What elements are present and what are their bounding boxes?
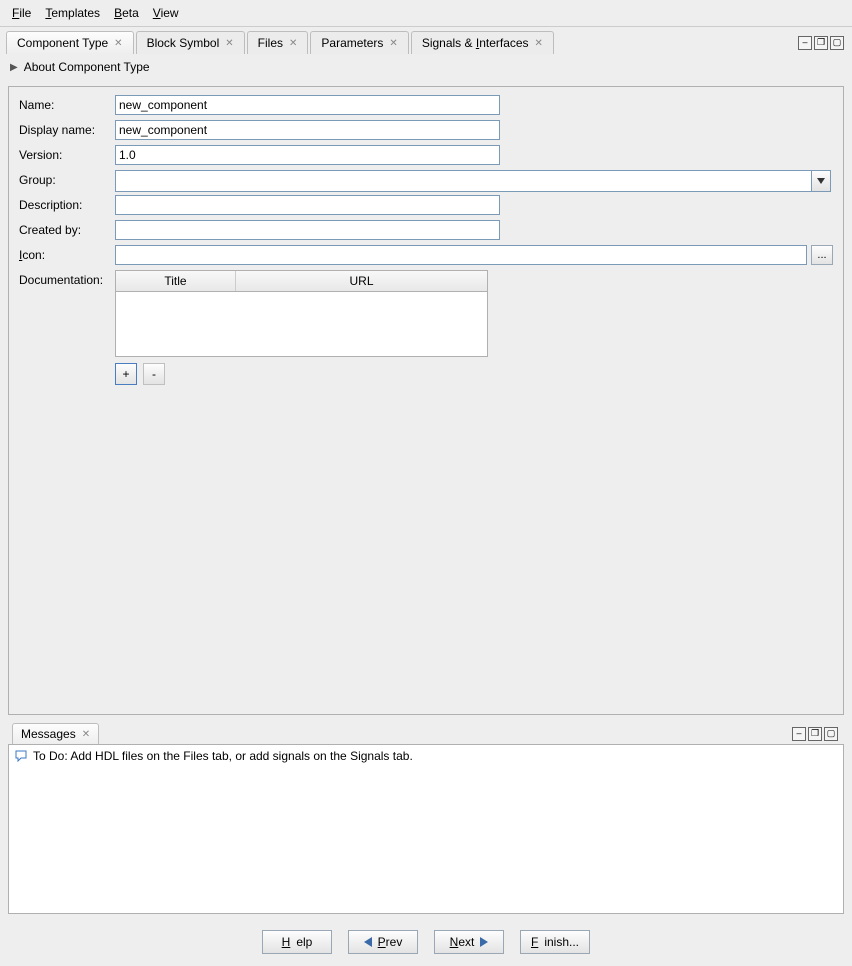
name-label: Name: bbox=[19, 95, 115, 112]
documentation-label: Documentation: bbox=[19, 270, 115, 287]
documentation-table-body[interactable] bbox=[116, 292, 487, 356]
triangle-right-icon bbox=[480, 937, 488, 947]
message-text: To Do: Add HDL files on the Files tab, o… bbox=[33, 749, 413, 763]
close-icon[interactable]: ✕ bbox=[82, 729, 90, 740]
tabbar: Component Type ✕ Block Symbol ✕ Files ✕ … bbox=[0, 27, 852, 54]
messages-window-controls: – ❐ ▢ bbox=[792, 727, 840, 741]
tab-label: Component Type bbox=[17, 36, 108, 50]
display-name-input[interactable] bbox=[115, 120, 500, 140]
description-input[interactable] bbox=[115, 195, 500, 215]
tab-label: Messages bbox=[21, 727, 76, 741]
close-icon[interactable]: ✕ bbox=[389, 38, 397, 49]
close-icon[interactable]: ✕ bbox=[289, 38, 297, 49]
close-icon[interactable]: ✕ bbox=[114, 38, 122, 49]
menu-templates[interactable]: Templates bbox=[39, 4, 106, 22]
icon-input[interactable] bbox=[115, 245, 807, 265]
restore-button[interactable]: ❐ bbox=[814, 36, 828, 50]
disclosure-icon[interactable]: ▶ bbox=[10, 62, 18, 73]
close-icon[interactable]: ✕ bbox=[225, 38, 233, 49]
doc-col-url[interactable]: URL bbox=[236, 271, 487, 291]
icon-label: Icon: bbox=[19, 245, 115, 262]
triangle-left-icon bbox=[364, 937, 372, 947]
component-form-panel: Name: Display name: Version: Group: Desc… bbox=[8, 86, 844, 715]
created-by-input[interactable] bbox=[115, 220, 500, 240]
prev-button[interactable]: Prev bbox=[348, 930, 418, 954]
name-input[interactable] bbox=[115, 95, 500, 115]
chevron-down-icon bbox=[817, 178, 825, 184]
finish-button[interactable]: Finish... bbox=[520, 930, 590, 954]
tab-component-type[interactable]: Component Type ✕ bbox=[6, 31, 134, 54]
info-icon bbox=[15, 750, 29, 762]
group-combo-input[interactable] bbox=[115, 170, 811, 192]
maximize-button[interactable]: ▢ bbox=[824, 727, 838, 741]
menu-view[interactable]: View bbox=[147, 4, 185, 22]
icon-browse-button[interactable]: ... bbox=[811, 245, 833, 265]
maximize-button[interactable]: ▢ bbox=[830, 36, 844, 50]
tab-messages[interactable]: Messages ✕ bbox=[12, 723, 99, 744]
section-title: About Component Type bbox=[24, 60, 150, 74]
tab-files[interactable]: Files ✕ bbox=[247, 31, 309, 54]
created-by-label: Created by: bbox=[19, 220, 115, 237]
documentation-table: Title URL bbox=[115, 270, 488, 357]
group-label: Group: bbox=[19, 170, 115, 187]
menu-beta[interactable]: Beta bbox=[108, 4, 145, 22]
tab-block-symbol[interactable]: Block Symbol ✕ bbox=[136, 31, 245, 54]
window-controls: – ❐ ▢ bbox=[798, 36, 846, 50]
display-name-label: Display name: bbox=[19, 120, 115, 137]
minimize-button[interactable]: – bbox=[798, 36, 812, 50]
menu-file[interactable]: File bbox=[6, 4, 37, 22]
tab-label: Parameters bbox=[321, 36, 383, 50]
help-button[interactable]: Help bbox=[262, 930, 332, 954]
messages-section: Messages ✕ – ❐ ▢ To Do: Add HDL files on… bbox=[8, 721, 844, 914]
version-input[interactable] bbox=[115, 145, 500, 165]
section-header: ▶ About Component Type bbox=[0, 54, 852, 80]
message-item: To Do: Add HDL files on the Files tab, o… bbox=[15, 749, 837, 763]
tab-parameters[interactable]: Parameters ✕ bbox=[310, 31, 408, 54]
doc-col-title[interactable]: Title bbox=[116, 271, 236, 291]
doc-add-button[interactable]: + bbox=[115, 363, 137, 385]
group-dropdown-button[interactable] bbox=[811, 170, 831, 192]
version-label: Version: bbox=[19, 145, 115, 162]
doc-remove-button[interactable]: - bbox=[143, 363, 165, 385]
tab-signals-interfaces[interactable]: Signals & Interfaces ✕ bbox=[411, 31, 554, 54]
description-label: Description: bbox=[19, 195, 115, 212]
tab-label: Files bbox=[258, 36, 283, 50]
menubar: File Templates Beta View bbox=[0, 0, 852, 27]
close-icon[interactable]: ✕ bbox=[535, 38, 543, 49]
messages-panel[interactable]: To Do: Add HDL files on the Files tab, o… bbox=[8, 744, 844, 914]
minimize-button[interactable]: – bbox=[792, 727, 806, 741]
restore-button[interactable]: ❐ bbox=[808, 727, 822, 741]
tab-label: Signals & Interfaces bbox=[422, 36, 529, 50]
wizard-footer: Help Prev Next Finish... bbox=[0, 920, 852, 966]
tab-label: Block Symbol bbox=[147, 36, 220, 50]
next-button[interactable]: Next bbox=[434, 930, 504, 954]
